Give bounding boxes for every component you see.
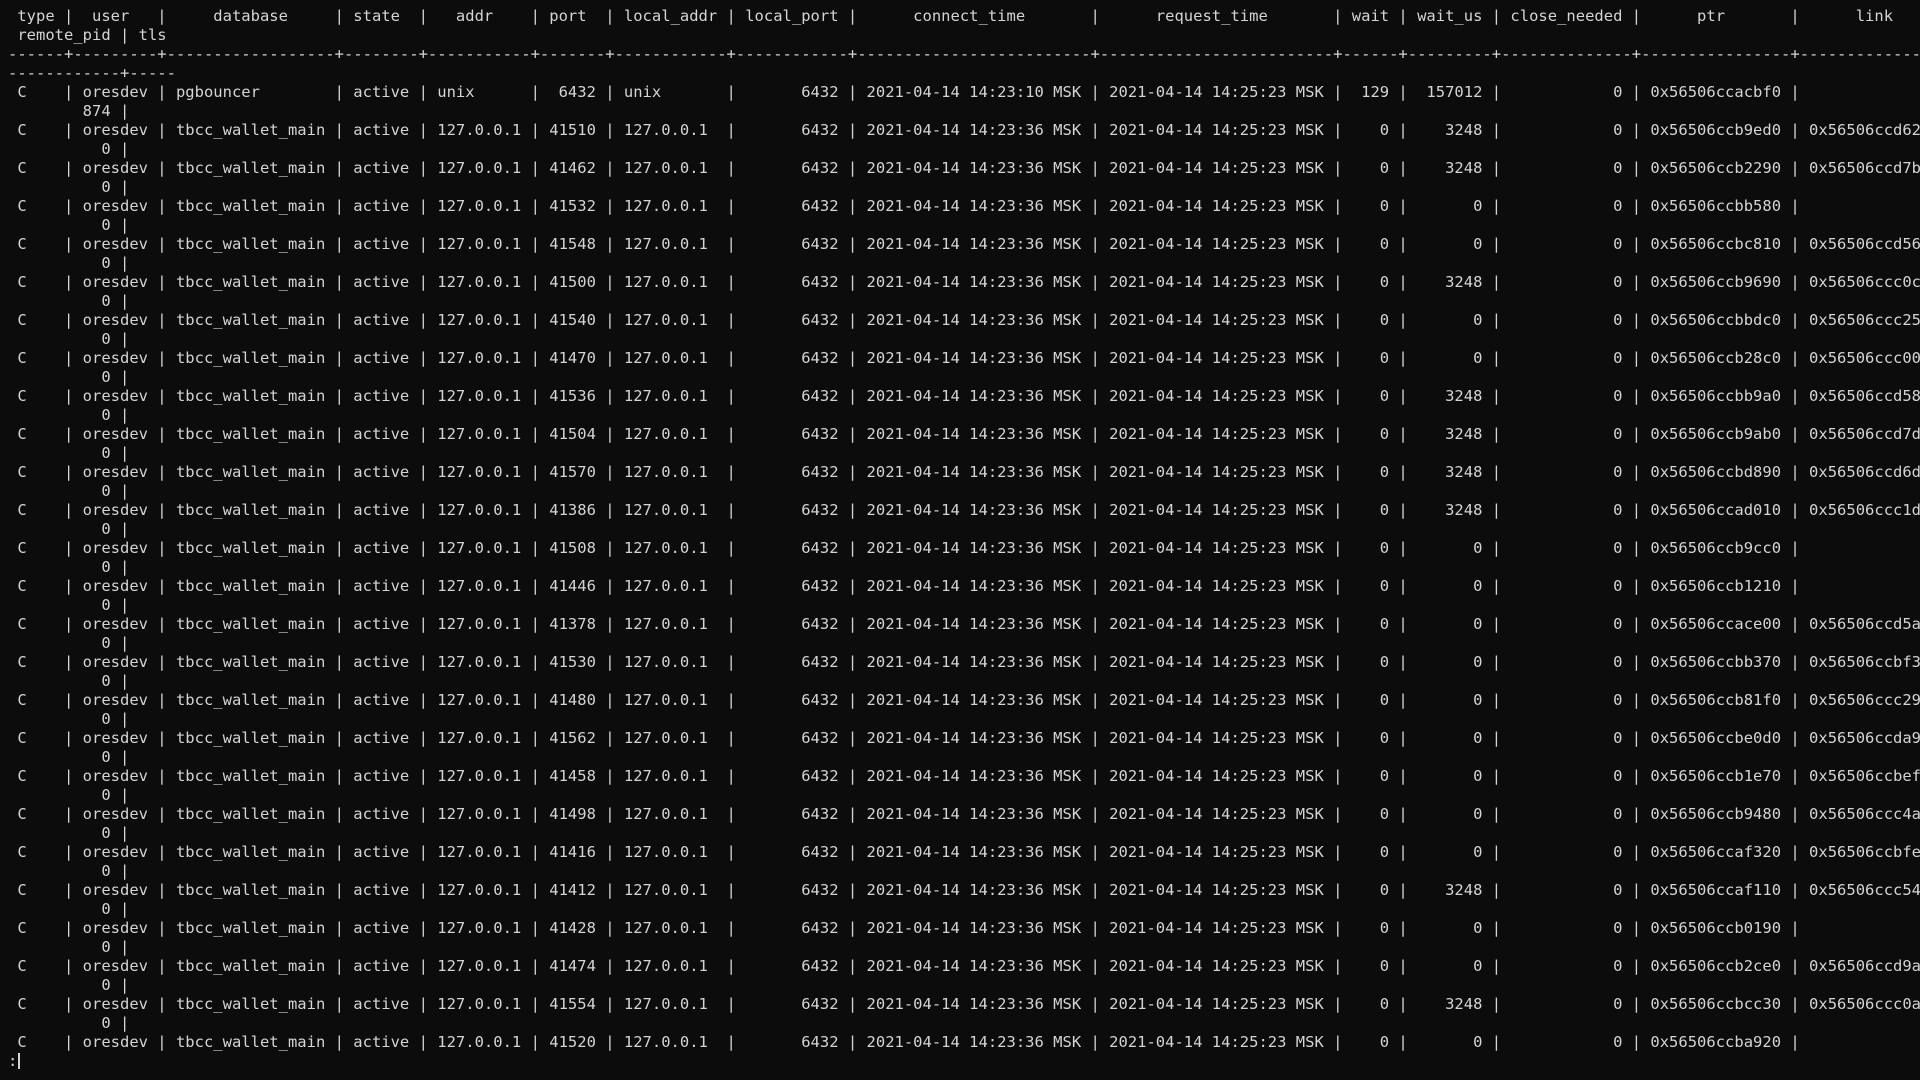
column-header-line: type | user | database | state | addr | …: [8, 7, 1920, 25]
table-row: C | oresdev | tbcc_wallet_main | active …: [8, 1033, 1920, 1051]
table-row: C | oresdev | tbcc_wallet_main | active …: [8, 615, 1920, 633]
table-row: C | oresdev | tbcc_wallet_main | active …: [8, 387, 1920, 405]
table-row: C | oresdev | tbcc_wallet_main | active …: [8, 501, 1920, 519]
table-row-continuation: 0 |: [8, 368, 130, 386]
table-row-continuation: 0 |: [8, 406, 130, 424]
table-row-continuation: 0 |: [8, 216, 130, 234]
table-body: C | oresdev | pgbouncer | active | unix …: [8, 83, 1920, 1052]
table-header: type | user | database | state | addr | …: [8, 7, 1920, 83]
table-row: C | oresdev | tbcc_wallet_main | active …: [8, 843, 1920, 861]
table-row: C | oresdev | tbcc_wallet_main | active …: [8, 577, 1920, 595]
table-row-continuation: 0 |: [8, 292, 130, 310]
pager-prompt-text: :: [8, 1052, 18, 1070]
table-row: C | oresdev | tbcc_wallet_main | active …: [8, 881, 1920, 899]
table-row-continuation: 0 |: [8, 862, 130, 880]
table-row-continuation: 874 |: [8, 102, 130, 120]
table-row: C | oresdev | tbcc_wallet_main | active …: [8, 539, 1920, 557]
terminal-window[interactable]: type | user | database | state | addr | …: [0, 0, 1920, 1080]
table-row: C | oresdev | tbcc_wallet_main | active …: [8, 121, 1920, 139]
table-row: C | oresdev | tbcc_wallet_main | active …: [8, 767, 1920, 785]
table-row: C | oresdev | tbcc_wallet_main | active …: [8, 919, 1920, 937]
table-row-continuation: 0 |: [8, 178, 130, 196]
table-row-continuation: 0 |: [8, 330, 130, 348]
table-row: C | oresdev | tbcc_wallet_main | active …: [8, 653, 1920, 671]
header-separator-line: ------+---------+------------------+----…: [8, 45, 1920, 63]
table-row-continuation: 0 |: [8, 976, 130, 994]
table-row: C | oresdev | tbcc_wallet_main | active …: [8, 349, 1920, 367]
table-row-continuation: 0 |: [8, 900, 130, 918]
table-row-continuation: 0 |: [8, 938, 130, 956]
table-row-continuation: 0 |: [8, 140, 130, 158]
text-cursor: [18, 1053, 21, 1069]
column-header-line: remote_pid | tls: [8, 26, 167, 44]
header-separator-line: ------------+-----: [8, 64, 176, 82]
table-row: C | oresdev | tbcc_wallet_main | active …: [8, 197, 1920, 215]
table-row: C | oresdev | tbcc_wallet_main | active …: [8, 273, 1920, 291]
pager-prompt[interactable]: :: [8, 1052, 1920, 1071]
table-row: C | oresdev | tbcc_wallet_main | active …: [8, 729, 1920, 747]
table-row-continuation: 0 |: [8, 786, 130, 804]
table-row-continuation: 0 |: [8, 444, 130, 462]
table-row-continuation: 0 |: [8, 634, 130, 652]
table-row-continuation: 0 |: [8, 520, 130, 538]
table-row: C | oresdev | pgbouncer | active | unix …: [8, 83, 1920, 101]
table-row-continuation: 0 |: [8, 824, 130, 842]
table-row-continuation: 0 |: [8, 596, 130, 614]
table-row-continuation: 0 |: [8, 558, 130, 576]
table-row: C | oresdev | tbcc_wallet_main | active …: [8, 159, 1920, 177]
table-row: C | oresdev | tbcc_wallet_main | active …: [8, 995, 1920, 1013]
table-row: C | oresdev | tbcc_wallet_main | active …: [8, 463, 1920, 481]
table-row: C | oresdev | tbcc_wallet_main | active …: [8, 805, 1920, 823]
table-row-continuation: 0 |: [8, 748, 130, 766]
table-row: C | oresdev | tbcc_wallet_main | active …: [8, 691, 1920, 709]
table-row-continuation: 0 |: [8, 1014, 130, 1032]
table-row-continuation: 0 |: [8, 482, 130, 500]
table-row: C | oresdev | tbcc_wallet_main | active …: [8, 425, 1920, 443]
table-row: C | oresdev | tbcc_wallet_main | active …: [8, 957, 1920, 975]
table-row: C | oresdev | tbcc_wallet_main | active …: [8, 311, 1920, 329]
table-row-continuation: 0 |: [8, 672, 130, 690]
table-row-continuation: 0 |: [8, 710, 130, 728]
table-row-continuation: 0 |: [8, 254, 130, 272]
table-row: C | oresdev | tbcc_wallet_main | active …: [8, 235, 1920, 253]
